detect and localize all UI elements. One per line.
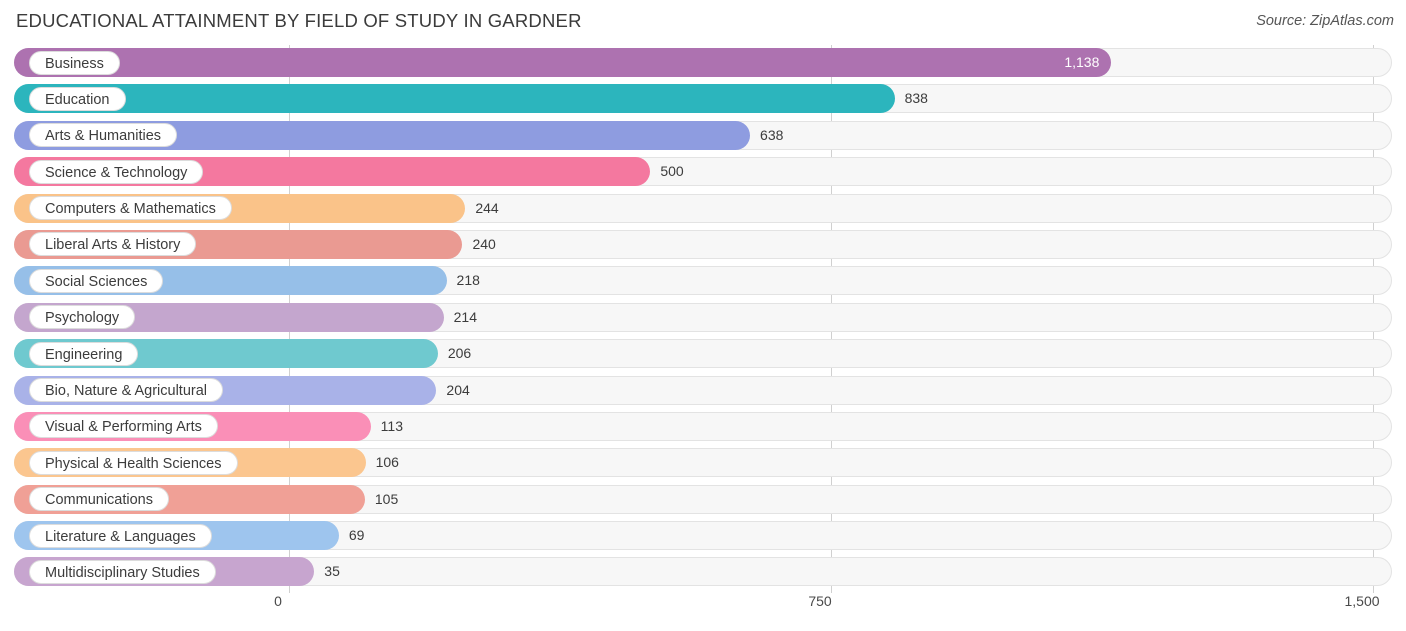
bar-value-label: 106 [375,454,399,471]
bar-rows: 1,138 Business 838 Education 638 Arts & Human… [0,45,1406,591]
bar-row: 1,138 Business [0,45,1406,81]
bar-row: 106 Physical & Health Sciences [0,445,1406,481]
chart-header: EDUCATIONAL ATTAINMENT BY FIELD OF STUDY… [0,0,1406,45]
bar-category-label: Science & Technology [29,159,204,184]
bar-value-label: 500 [660,163,684,180]
bar-row: 206 Engineering [0,336,1406,372]
bar-value-label: 218 [456,272,480,289]
bar-category-label: Liberal Arts & History [29,232,197,257]
x-axis: 0 750 1,500 [0,593,1406,631]
bar[interactable]: 1,138 [14,48,1112,77]
bar-category-label: Communications [29,487,169,512]
bar-value-label: 838 [904,90,928,107]
bar-row: 105 Communications [0,482,1406,518]
bar-category-label: Education [29,86,126,111]
bar-value-label: 113 [380,417,403,434]
bar-category-label: Social Sciences [29,268,164,293]
x-tick-label: 750 [808,593,832,609]
bar-category-label: Visual & Performing Arts [29,414,218,439]
bar-row: 638 Arts & Humanities [0,118,1406,154]
bar-row: 214 Psychology [0,300,1406,336]
bar-row: 35 Multidisciplinary Studies [0,554,1406,590]
bar-category-label: Bio, Nature & Agricultural [29,378,223,403]
bar-row: 204 Bio, Nature & Agricultural [0,373,1406,409]
bar-row: 500 Science & Technology [0,154,1406,190]
bar-value-label: 105 [374,490,399,507]
bar-row: 838 Education [0,81,1406,117]
bar-category-label: Physical & Health Sciences [29,450,238,475]
page-title: EDUCATIONAL ATTAINMENT BY FIELD OF STUDY… [16,10,582,31]
chart-plot-area: 1,138 Business 838 Education 638 Arts & Human… [0,45,1406,593]
bar-category-label: Literature & Languages [29,523,212,548]
source-attribution: Source: ZipAtlas.com [1256,13,1394,29]
bar-value-label: 1,138 [1064,54,1100,70]
bar-category-label: Multidisciplinary Studies [29,559,216,584]
bar-row: 69 Literature & Languages [0,518,1406,554]
x-tick-label: 1,500 [1344,593,1380,609]
bar-category-label: Arts & Humanities [29,123,178,148]
bar-row: 244 Computers & Mathematics [0,191,1406,227]
bar-category-label: Computers & Mathematics [29,196,232,221]
bar-category-label: Psychology [29,305,136,330]
bar-value-label: 69 [348,527,365,544]
bar-value-label: 35 [324,563,340,580]
bar-row: 218 Social Sciences [0,263,1406,299]
bar-category-label: Business [29,50,120,75]
bar-value-label: 206 [447,345,472,362]
x-tick-label: 0 [274,593,282,609]
bar-value-label: 240 [472,235,496,252]
bar-row: 113 Visual & Performing Arts [0,409,1406,445]
bar[interactable] [14,84,895,114]
bar-value-label: 638 [760,126,784,143]
bar-value-label: 204 [446,381,470,398]
bar-value-label: 244 [475,199,499,216]
bar-value-label: 214 [453,308,477,325]
bar-row: 240 Liberal Arts & History [0,227,1406,263]
bar-category-label: Engineering [29,341,139,366]
